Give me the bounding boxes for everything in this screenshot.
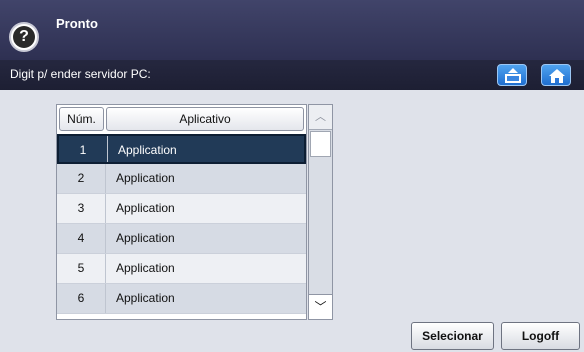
row-number: 6 — [57, 284, 106, 313]
table-row[interactable]: 4 Application — [57, 224, 306, 254]
status-header: ? Pronto — [0, 0, 584, 60]
table-scrollbar[interactable]: ︿ ﹀ — [308, 104, 333, 320]
table-row[interactable]: 3 Application — [57, 194, 306, 224]
chevron-up-icon: ︿ — [315, 111, 326, 123]
row-application: Application — [116, 231, 175, 245]
row-application: Application — [118, 143, 177, 157]
scroll-thumb[interactable] — [310, 131, 331, 157]
help-icon: ? — [13, 26, 35, 48]
select-button[interactable]: Selecionar — [411, 322, 494, 350]
prompt-bar: Digit p/ ender servidor PC: — [0, 60, 584, 90]
chevron-down-icon: ﹀ — [314, 300, 327, 314]
row-number: 5 — [57, 254, 106, 283]
home-icon — [549, 69, 565, 83]
row-number: 4 — [57, 224, 106, 253]
help-button[interactable]: ? — [9, 22, 39, 52]
row-number: 2 — [57, 164, 106, 193]
home-button[interactable] — [541, 64, 571, 86]
row-application: Application — [116, 261, 175, 275]
table-row[interactable]: 5 Application — [57, 254, 306, 284]
row-application: Application — [116, 291, 175, 305]
logoff-button[interactable]: Logoff — [501, 322, 580, 350]
table-row[interactable]: 6 Application — [57, 284, 306, 314]
application-table: Núm. Aplicativo 1 Application 2 Applicat… — [56, 104, 307, 320]
table-row[interactable]: 2 Application — [57, 164, 306, 194]
column-header-num[interactable]: Núm. — [59, 107, 104, 131]
table-rows: 1 Application 2 Application 3 Applicatio… — [57, 134, 306, 314]
status-title: Pronto — [56, 16, 98, 31]
column-header-app[interactable]: Aplicativo — [106, 107, 304, 131]
upload-button[interactable] — [497, 64, 527, 86]
scroll-up-button[interactable]: ︿ — [309, 105, 332, 130]
prompt-text: Digit p/ ender servidor PC: — [10, 67, 151, 81]
row-application: Application — [116, 201, 175, 215]
row-number: 1 — [59, 136, 108, 162]
upload-icon — [505, 68, 521, 83]
row-number: 3 — [57, 194, 106, 223]
row-application: Application — [116, 171, 175, 185]
scroll-down-button[interactable]: ﹀ — [309, 294, 332, 319]
table-row[interactable]: 1 Application — [57, 134, 306, 164]
